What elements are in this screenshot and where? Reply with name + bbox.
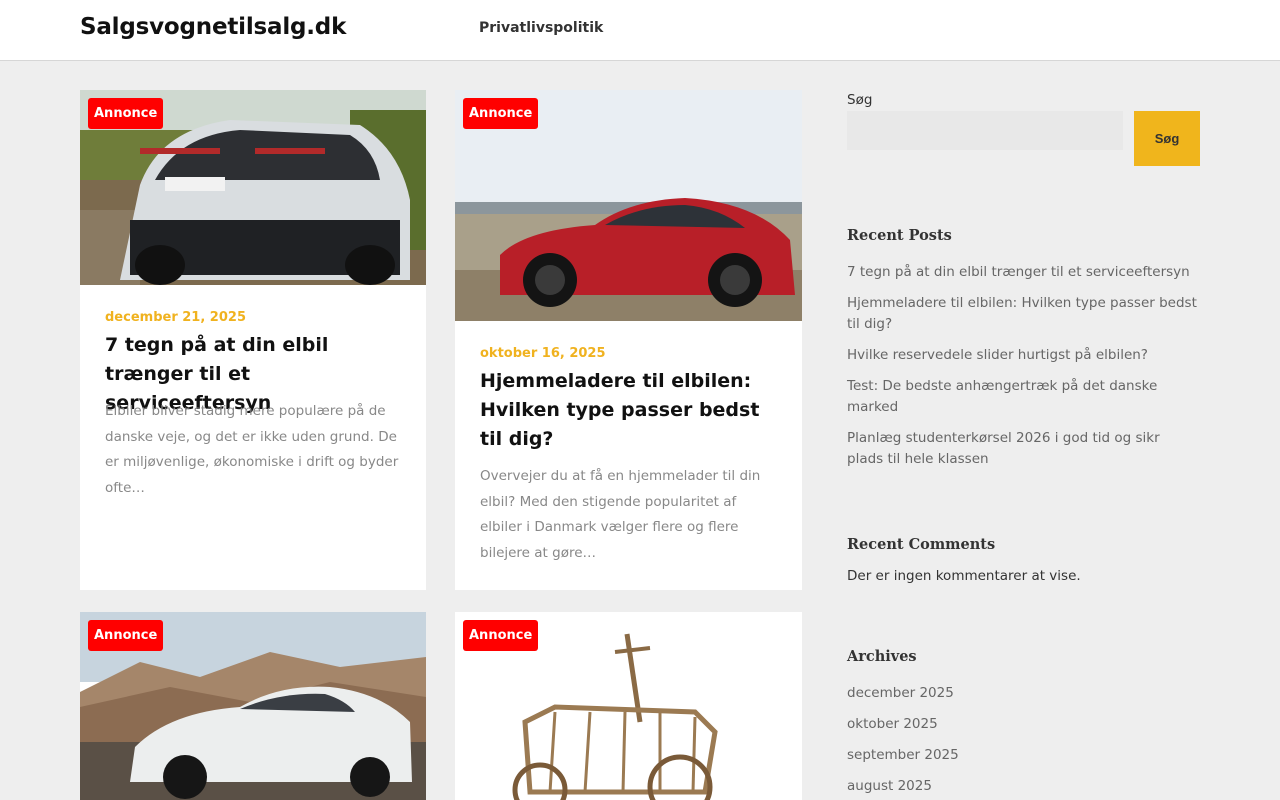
post-date[interactable]: oktober 16, 2025 bbox=[480, 346, 606, 361]
post-thumbnail[interactable]: Annonce bbox=[80, 90, 426, 285]
list-item: august 2025 bbox=[847, 776, 1200, 797]
site-title[interactable]: Salgsvognetilsalg.dk bbox=[80, 14, 346, 40]
site-header: Salgsvognetilsalg.dk Privatlivspolitik bbox=[0, 0, 1280, 61]
archive-link[interactable]: december 2025 bbox=[847, 685, 954, 701]
post-excerpt: Overvejer du at få en hjemmelader til di… bbox=[480, 468, 761, 561]
list-item: Test: De bedste anhængertræk på det dans… bbox=[847, 376, 1200, 418]
search-input[interactable] bbox=[847, 111, 1123, 150]
post-excerpt: Elbiler bliver stadig mere populære på d… bbox=[105, 403, 399, 496]
list-item: 7 tegn på at din elbil trænger til et se… bbox=[847, 262, 1200, 283]
advertisement-badge: Annonce bbox=[463, 620, 539, 651]
recent-post-link[interactable]: Planlæg studenterkørsel 2026 i god tid o… bbox=[847, 430, 1160, 467]
post-thumbnail[interactable]: Annonce bbox=[80, 612, 426, 800]
archives-list: december 2025 oktober 2025 september 202… bbox=[847, 683, 1200, 800]
recent-posts-title: Recent Posts bbox=[847, 227, 952, 244]
post-date[interactable]: december 21, 2025 bbox=[105, 310, 246, 325]
advertisement-badge: Annonce bbox=[88, 620, 164, 651]
list-item: oktober 2025 bbox=[847, 714, 1200, 735]
post-card: Annonce december 21, 2025 7 tegn på at d… bbox=[80, 90, 426, 590]
post-thumbnail[interactable]: Annonce bbox=[455, 90, 802, 321]
list-item: Hvilke reservedele slider hurtigst på el… bbox=[847, 345, 1200, 366]
nav-privatlivspolitik[interactable]: Privatlivspolitik bbox=[479, 20, 603, 36]
recent-comments-title: Recent Comments bbox=[847, 536, 996, 553]
post-card: Annonce oktober 16, 2025 Hjemmeladere ti… bbox=[455, 90, 802, 590]
recent-post-link[interactable]: Hjemmeladere til elbilen: Hvilken type p… bbox=[847, 295, 1197, 332]
list-item: Planlæg studenterkørsel 2026 i god tid o… bbox=[847, 428, 1200, 470]
advertisement-badge: Annonce bbox=[463, 98, 539, 129]
recent-post-link[interactable]: Test: De bedste anhængertræk på det dans… bbox=[847, 378, 1157, 415]
no-comments-text: Der er ingen kommentarer at vise. bbox=[847, 568, 1081, 584]
recent-post-link[interactable]: 7 tegn på at din elbil trænger til et se… bbox=[847, 264, 1190, 280]
archive-link[interactable]: oktober 2025 bbox=[847, 716, 938, 732]
recent-posts-list: 7 tegn på at din elbil trænger til et se… bbox=[847, 262, 1200, 480]
post-card: Annonce bbox=[455, 612, 802, 800]
list-item: september 2025 bbox=[847, 745, 1200, 766]
archive-link[interactable]: august 2025 bbox=[847, 778, 932, 794]
search-label: Søg bbox=[847, 92, 873, 108]
post-card: Annonce bbox=[80, 612, 426, 800]
list-item: december 2025 bbox=[847, 683, 1200, 704]
advertisement-badge: Annonce bbox=[88, 98, 164, 129]
list-item: Hjemmeladere til elbilen: Hvilken type p… bbox=[847, 293, 1200, 335]
post-title[interactable]: Hjemmeladere til elbilen: Hvilken type p… bbox=[480, 367, 770, 454]
post-thumbnail[interactable]: Annonce bbox=[455, 612, 802, 800]
recent-post-link[interactable]: Hvilke reservedele slider hurtigst på el… bbox=[847, 347, 1148, 363]
search-button[interactable]: Søg bbox=[1134, 111, 1200, 166]
archives-title: Archives bbox=[847, 648, 917, 665]
archive-link[interactable]: september 2025 bbox=[847, 747, 959, 763]
